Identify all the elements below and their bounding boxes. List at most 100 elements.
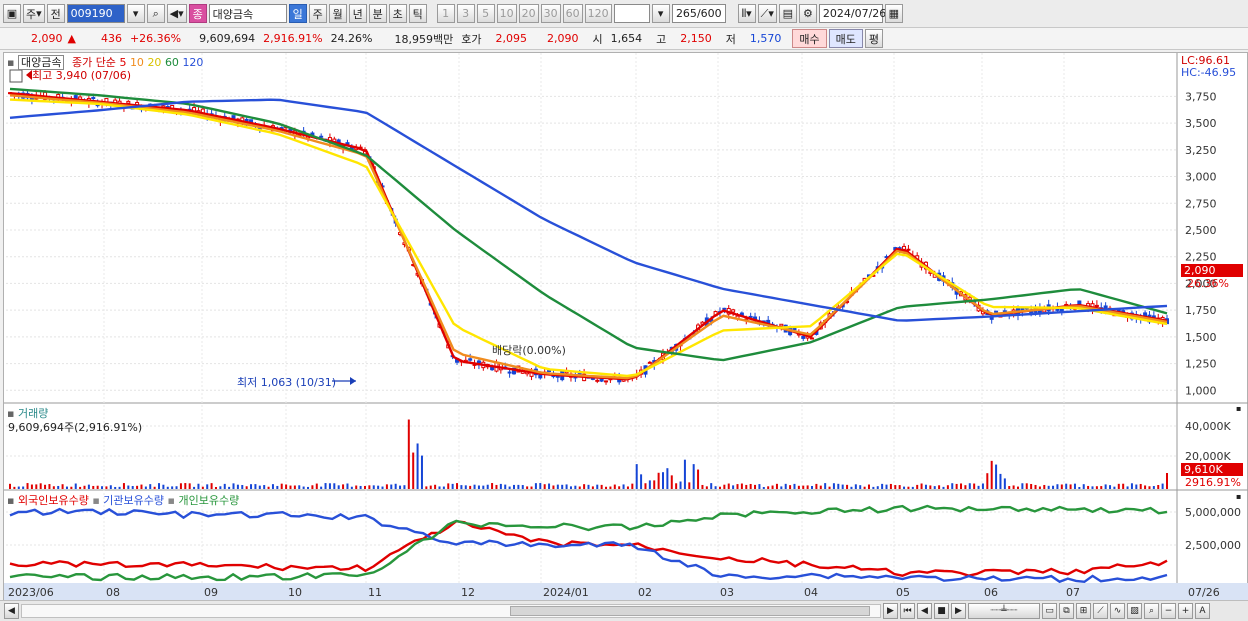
image-icon[interactable]: ▨	[1127, 603, 1142, 619]
x-tick-label: 11	[368, 586, 382, 599]
calendar-icon[interactable]: ▦	[884, 4, 903, 23]
prev-button[interactable]: 전	[46, 4, 65, 23]
plus-icon[interactable]: +	[1178, 603, 1193, 619]
volume-bar	[723, 484, 726, 489]
holdings-tick-label: 2,500,000	[1185, 539, 1241, 552]
candle-body	[722, 307, 727, 310]
volume-bar	[526, 486, 529, 489]
x-tick-label: 02	[638, 586, 652, 599]
line-tool-icon[interactable]: ⟋	[1093, 603, 1108, 619]
volume-bar	[591, 486, 594, 489]
scroll-left-icon[interactable]: ◀	[4, 603, 19, 619]
volume-bar	[732, 485, 735, 489]
volume-bar	[885, 484, 888, 489]
grid-icon[interactable]: ⊞	[1076, 603, 1091, 619]
volume-bar	[534, 483, 537, 489]
period-second-button[interactable]: 초	[388, 4, 407, 23]
toolbar: ▣ 주 ▾ 전 009190 ▾ ⌕ ◀▾ 종 대양금속 일 주 월 년 분 초 …	[0, 0, 1248, 28]
volume-bar	[898, 485, 901, 489]
volume-bar	[569, 486, 572, 489]
period-select[interactable]: 주 ▾	[23, 4, 45, 23]
x-axis-band	[4, 583, 1248, 601]
interval-dropdown-icon[interactable]: ▾	[651, 4, 670, 23]
code-dropdown-icon[interactable]: ▾	[126, 4, 145, 23]
volume-bar	[999, 473, 1002, 489]
zoom-slider[interactable]: ┈┈╧┈┈	[968, 603, 1040, 619]
volume-bar	[122, 483, 125, 489]
minus-icon[interactable]: −	[1161, 603, 1176, 619]
volume-bar	[166, 486, 169, 489]
stock-name-field[interactable]: 대양금속	[208, 4, 287, 23]
x-tick-label: 03	[720, 586, 734, 599]
interval-1-button[interactable]: 1	[436, 4, 455, 23]
interval-3-button[interactable]: 3	[456, 4, 475, 23]
volume-bar	[802, 485, 805, 489]
candle-type-icon[interactable]: ⫴▾	[737, 4, 756, 23]
scroll-thumb[interactable]	[510, 606, 870, 616]
interval-10-button[interactable]: 10	[496, 4, 517, 23]
chart-menu-icon[interactable]: ▣	[3, 4, 21, 23]
volume-close-icon[interactable]: ▪	[1236, 404, 1241, 413]
chart-area[interactable]: 3,750 3,500 3,250 3,000 2,750 2,500 2,250 2,000…	[3, 52, 1248, 601]
eval-button[interactable]: 평	[864, 29, 883, 48]
volume-bar	[824, 483, 827, 489]
stock-code-input[interactable]: 009190	[66, 4, 125, 23]
period-year-button[interactable]: 년	[348, 4, 367, 23]
period-day-button[interactable]: 일	[288, 4, 307, 23]
interval-custom-input[interactable]	[613, 4, 650, 23]
holdings-close-icon[interactable]: ▪	[1236, 492, 1241, 501]
volume-bar	[727, 483, 730, 489]
period-minute-button[interactable]: 분	[368, 4, 387, 23]
volume-bar	[745, 484, 748, 489]
interval-60-button[interactable]: 60	[562, 4, 583, 23]
next-page-icon[interactable]: ▶	[951, 603, 966, 619]
volume-bar	[385, 484, 388, 489]
volume-bar	[403, 485, 406, 489]
scroll-right-icon[interactable]: ▶	[883, 603, 898, 619]
interval-120-button[interactable]: 120	[584, 4, 612, 23]
volume-bar	[635, 464, 638, 489]
volume-bar	[504, 484, 507, 489]
volume-bar	[662, 472, 665, 489]
period-tick-button[interactable]: 틱	[408, 4, 427, 23]
count-total: /600	[696, 7, 722, 20]
prev-page-icon[interactable]: ◀	[917, 603, 932, 619]
volume-bar	[1104, 484, 1107, 489]
buy-button[interactable]: 매수	[792, 29, 827, 48]
stop-icon[interactable]: ■	[934, 603, 949, 619]
volume-bar	[657, 472, 660, 489]
draw-tool-icon[interactable]: ⟋▾	[757, 4, 777, 23]
volume-bar	[705, 486, 708, 489]
volume-bar	[337, 485, 340, 489]
save-icon[interactable]: ▤	[778, 4, 797, 23]
ma-lines	[9, 87, 1168, 381]
period-month-button[interactable]: 월	[328, 4, 347, 23]
search-icon[interactable]: ⌕	[146, 4, 165, 23]
zoom-icon[interactable]: ⌕	[1144, 603, 1159, 619]
layout-icon[interactable]: ▭	[1042, 603, 1057, 619]
interval-30-button[interactable]: 30	[540, 4, 561, 23]
interval-20-button[interactable]: 20	[518, 4, 539, 23]
volume-bar	[285, 484, 288, 489]
volume-bar	[420, 455, 423, 489]
period-week-button[interactable]: 주	[308, 4, 327, 23]
scroll-track[interactable]	[21, 604, 881, 618]
curve-tool-icon[interactable]: ∿	[1110, 603, 1125, 619]
sell-button[interactable]: 매도	[828, 29, 863, 48]
speaker-icon[interactable]: ◀▾	[166, 4, 187, 23]
first-page-icon[interactable]: ⏮	[900, 603, 915, 619]
volume-bar	[754, 484, 757, 489]
copy-icon[interactable]: ⧉	[1059, 603, 1074, 619]
date-field[interactable]: 2024/07/26	[818, 4, 886, 23]
chart-svg[interactable]: 3,7503,5003,2503,0002,7502,5002,2502,000…	[4, 53, 1248, 601]
volume-bar	[565, 484, 568, 489]
text-size-icon[interactable]: A	[1195, 603, 1210, 619]
volume-bar	[61, 484, 64, 489]
high-value: 2,150	[680, 32, 712, 45]
volume-bar	[1052, 485, 1055, 489]
interval-5-button[interactable]: 5	[476, 4, 495, 23]
gear-icon[interactable]: ⚙	[798, 4, 817, 23]
count-field[interactable]: 265/600	[671, 4, 726, 23]
volume-bar	[464, 485, 467, 489]
volume-bar	[1043, 484, 1046, 489]
